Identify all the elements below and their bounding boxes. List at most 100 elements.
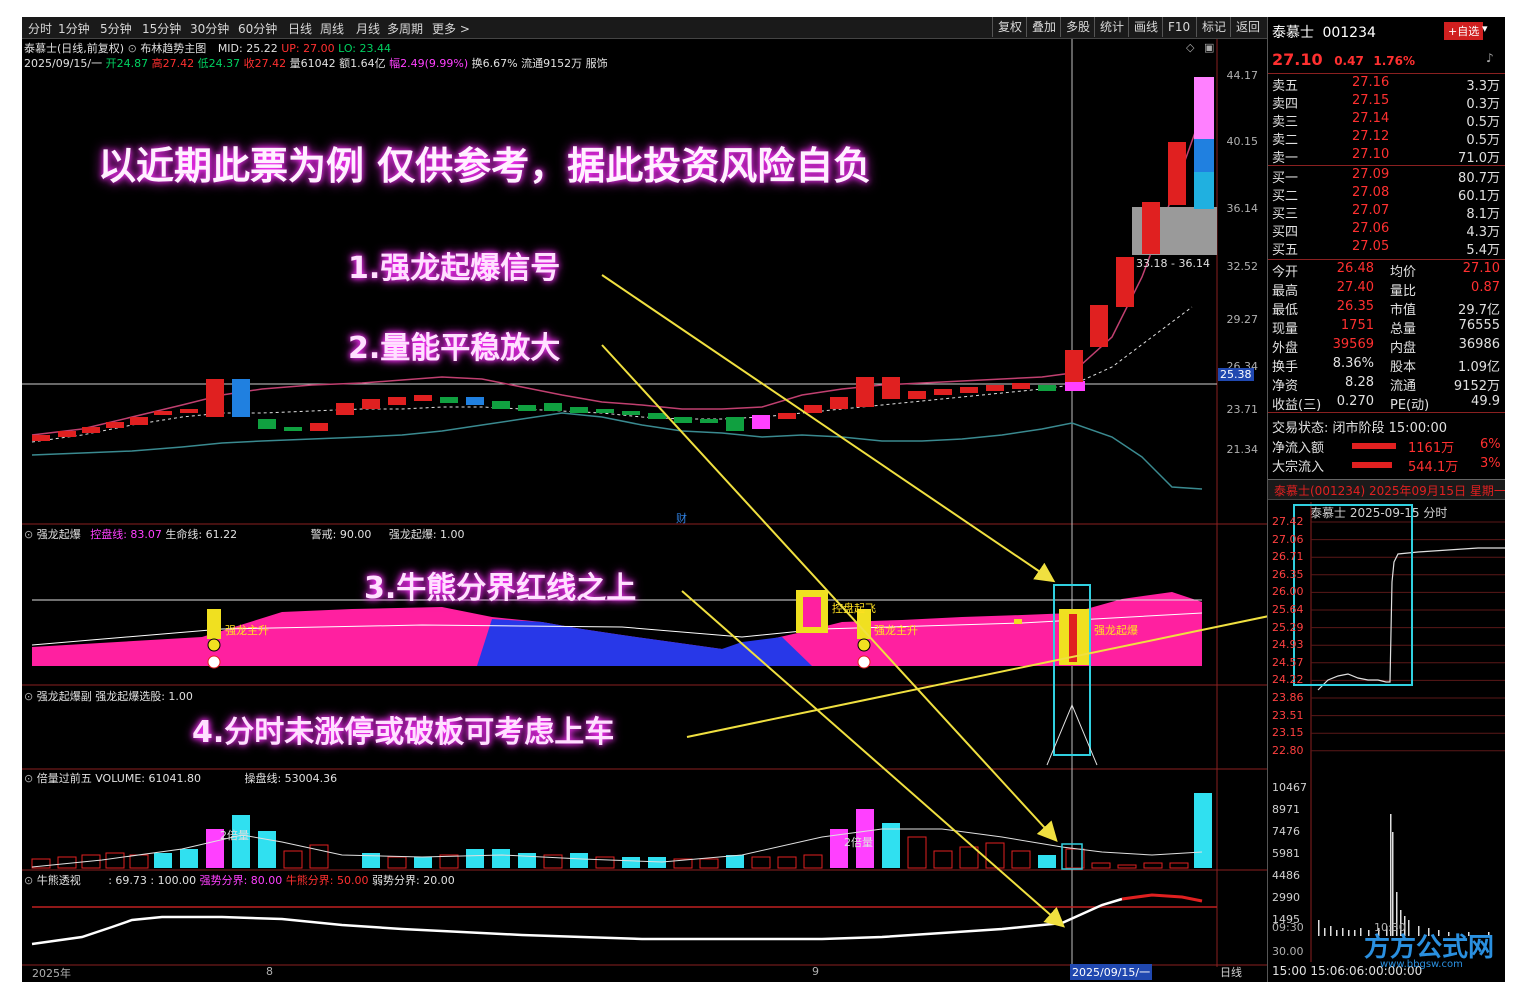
stat-label: 市值	[1390, 303, 1417, 318]
stat-row: 今开 26.48 均价 27.10	[1272, 261, 1504, 280]
candle	[362, 399, 380, 409]
bid-row[interactable]: 买二 27.08 60.1万	[1272, 185, 1504, 204]
stat-label: 换手	[1272, 360, 1299, 375]
volume-bar	[1194, 793, 1212, 868]
volume-bar	[1011, 850, 1031, 869]
dollar-icon	[857, 638, 871, 652]
panel-settings-icon[interactable]: ⊙	[24, 772, 33, 785]
stat-label: 外盘	[1272, 341, 1299, 356]
volume-bar	[595, 856, 615, 869]
current-price-tag: 25.38	[1218, 368, 1254, 381]
candle	[804, 405, 822, 413]
volume-bar	[414, 857, 432, 868]
bid-price: 27.07	[1352, 203, 1390, 218]
stat-value: 1.09亿	[1458, 360, 1500, 375]
candle	[674, 417, 692, 423]
event-marker[interactable]: 财	[676, 510, 687, 526]
intraday-price-tick: 24.57	[1272, 655, 1304, 669]
ask-row[interactable]: 卖一 27.10 71.0万	[1272, 147, 1504, 166]
candlestick-series	[32, 377, 1056, 441]
candle	[336, 403, 354, 415]
ask-row[interactable]: 卖三 27.14 0.5万	[1272, 111, 1504, 130]
bid-row[interactable]: 买五 27.05 5.4万	[1272, 239, 1504, 258]
x-axis-month: 9	[812, 965, 819, 978]
bid-label: 买三	[1272, 207, 1299, 222]
net-inflow-bar	[1352, 443, 1396, 449]
price-pct: 1.76%	[1373, 54, 1416, 68]
panel-settings-icon[interactable]: ⊙	[24, 528, 33, 541]
volume-bar	[105, 852, 125, 869]
candle	[830, 397, 848, 409]
y-tick: 21.34	[1226, 443, 1259, 456]
stat-value: 39569	[1332, 337, 1374, 352]
candle	[934, 389, 952, 395]
plus-icon	[857, 655, 871, 669]
bid-volume: 5.4万	[1466, 243, 1500, 258]
intraday-price-tick: 23.86	[1272, 691, 1304, 704]
volume-panel-name[interactable]: 倍量过前五	[37, 772, 92, 785]
volume-bar	[1038, 855, 1056, 868]
y-tick: 32.52	[1226, 260, 1259, 273]
candle	[58, 431, 76, 437]
panel-settings-icon[interactable]: ⊙	[24, 874, 33, 887]
candle	[1012, 383, 1030, 389]
intraday-volume-tick: 8971	[1272, 803, 1300, 816]
volume-bar	[882, 823, 900, 868]
candle	[596, 409, 614, 413]
ask-price: 27.15	[1352, 93, 1390, 108]
ask-price: 27.14	[1352, 111, 1390, 126]
intraday-chart[interactable]	[1268, 502, 1505, 982]
add-watchlist-button[interactable]: +自选	[1444, 22, 1484, 40]
stat-value: 27.40	[1336, 280, 1374, 295]
quote-panel: 泰慕士 001234 +自选 ▾ ♪ 27.10 0.47 1.76% 交易状态…	[1267, 17, 1505, 982]
strong-value: 强势分界: 80.00	[199, 874, 283, 887]
ask-row[interactable]: 卖五 27.16 3.3万	[1272, 75, 1504, 94]
stat-row: 最低 26.35 市值 29.7亿	[1272, 299, 1504, 318]
volume-bar	[907, 836, 927, 869]
bid-row[interactable]: 买一 27.09 80.7万	[1272, 167, 1504, 186]
last-price: 27.10	[1272, 50, 1323, 69]
candle	[908, 391, 926, 399]
intraday-volume-bar	[1324, 928, 1326, 936]
dropdown-icon[interactable]: ▾	[1482, 22, 1488, 35]
x-axis-period[interactable]: 日线	[1220, 964, 1242, 980]
stat-value: 29.7亿	[1458, 303, 1500, 318]
ask-price: 27.16	[1352, 75, 1390, 90]
control-volume-value: 操盘线: 53004.36	[244, 772, 338, 785]
candle	[648, 413, 666, 419]
intraday-price-tick: 23.15	[1272, 726, 1304, 740]
bid-label: 买二	[1272, 189, 1299, 204]
volume-value: VOLUME: 61041.80	[95, 772, 201, 785]
volume-bar	[180, 849, 198, 868]
net-inflow-pct: 6%	[1480, 437, 1501, 452]
ask-price: 27.10	[1352, 147, 1390, 162]
panel-settings-icon[interactable]: ⊙	[24, 690, 33, 703]
stat-value: 26.48	[1336, 261, 1374, 276]
candle	[518, 405, 536, 411]
intraday-price-tick: 25.29	[1272, 620, 1304, 634]
qlqb-name[interactable]: 强龙起爆	[37, 528, 81, 541]
intraday-volume-tick: 7476	[1272, 825, 1300, 838]
intraday-header[interactable]: 泰慕士(001234) 2025年09月15日 星期一 PageUp	[1274, 482, 1505, 499]
bullbear-value: 牛熊分界: 50.00	[285, 874, 369, 887]
intraday-volume-bar	[1390, 814, 1392, 936]
intraday-volume-tick: 2990	[1272, 891, 1300, 904]
stat-row: 净资 8.28 流通 9152万	[1272, 375, 1504, 394]
block-value: 544.1万	[1408, 460, 1459, 475]
stat-label: 现量	[1272, 322, 1299, 337]
bid-row[interactable]: 买三 27.07 8.1万	[1272, 203, 1504, 222]
sub-panel-name[interactable]: 强龙起爆副	[37, 690, 92, 703]
bullbear-name[interactable]: 牛熊透视	[37, 874, 81, 887]
volume-bar	[699, 858, 719, 869]
bull-bear-strong-line	[1121, 893, 1203, 903]
y-tick: 36.14	[1226, 202, 1259, 215]
bullbear-values: : 69.73 : 100.00	[108, 874, 197, 887]
control-label: 控盘起飞	[832, 602, 876, 615]
bid-volume: 8.1万	[1466, 207, 1500, 222]
bid-row[interactable]: 买四 27.06 4.3万	[1272, 221, 1504, 240]
ask-row[interactable]: 卖二 27.12 0.5万	[1272, 129, 1504, 148]
stat-value: 9152万	[1453, 379, 1500, 394]
bell-icon[interactable]: ♪	[1486, 51, 1494, 65]
bull-bear-line	[31, 897, 1123, 946]
ask-row[interactable]: 卖四 27.15 0.3万	[1272, 93, 1504, 112]
